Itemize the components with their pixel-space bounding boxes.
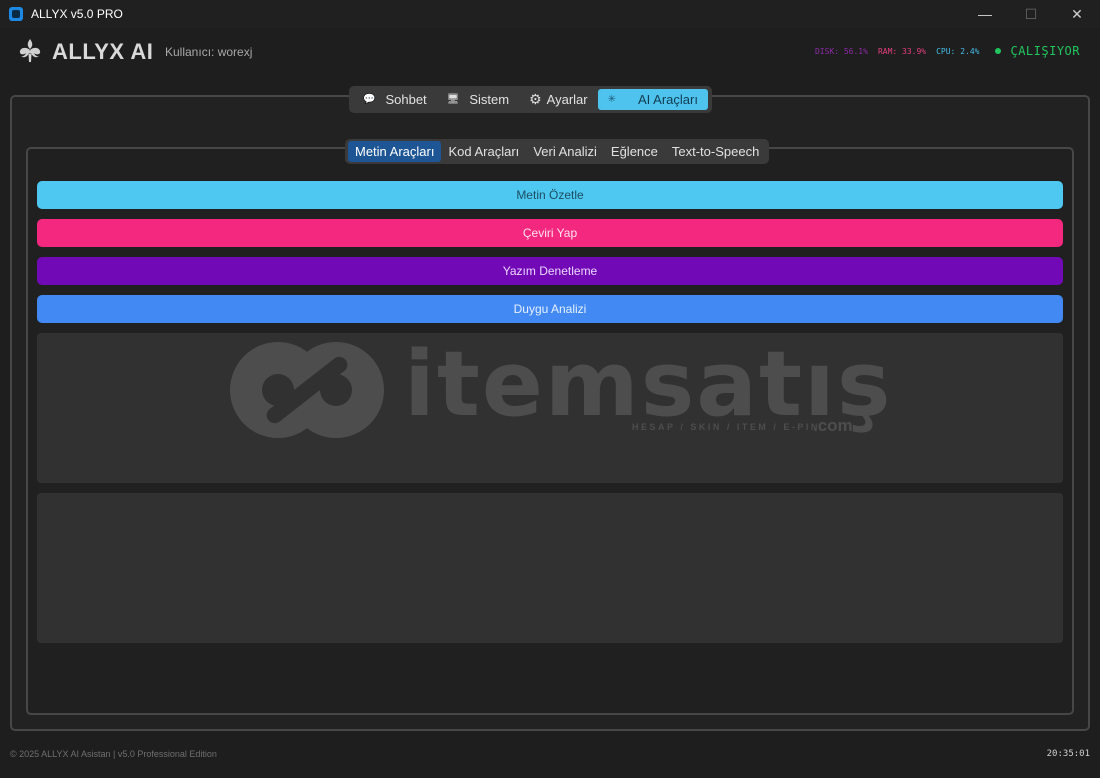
maximize-button[interactable]: ☐ <box>1008 0 1054 28</box>
spellcheck-button[interactable]: Yazım Denetleme <box>37 257 1063 285</box>
brand-title: ALLYX AI <box>52 39 154 64</box>
tab-sohbet[interactable]: 💬 Sohbet <box>353 89 437 110</box>
window-titlebar: ALLYX v5.0 PRO — ☐ ✕ <box>0 0 1100 28</box>
tab-ai-araclari[interactable]: ✳ AI Araçları <box>597 89 708 110</box>
gear-icon: ⚙ <box>529 91 542 107</box>
fleur-de-lis-icon <box>19 39 41 62</box>
minimize-button[interactable]: — <box>962 0 1008 28</box>
ai-icon: ✳ <box>607 94 616 105</box>
close-button[interactable]: ✕ <box>1054 0 1100 28</box>
user-label: Kullanıcı: worexj <box>165 45 253 59</box>
main-tab-bar: 💬 Sohbet 🖥 Sistem ⚙ Ayarlar ✳ AI Araçlar… <box>349 86 712 113</box>
subtab-kod-araclari[interactable]: Kod Araçları <box>441 141 526 162</box>
watermark-link-logo <box>230 342 384 438</box>
tab-label: AI Araçları <box>638 92 698 107</box>
window-controls: — ☐ ✕ <box>962 0 1100 28</box>
tab-label: Sistem <box>469 92 510 107</box>
subtab-metin-araclari[interactable]: Metin Araçları <box>348 141 442 162</box>
output-text-area[interactable] <box>37 493 1063 643</box>
tab-sistem[interactable]: 🖥 Sistem <box>437 89 519 110</box>
chat-bubble-icon: 💬 <box>363 94 376 105</box>
app-icon <box>9 7 23 21</box>
app-header: ALLYX AI Kullanıcı: worexj DISK: 56.1% R… <box>0 28 1100 78</box>
input-text-area[interactable]: itemsatış HESAP / SKIN / ITEM / E-PIN .c… <box>37 333 1063 483</box>
computer-icon: 🖥 <box>446 94 460 105</box>
footer-copyright: © 2025 ALLYX AI Asistan | v5.0 Professio… <box>10 749 217 759</box>
subtab-veri-analizi[interactable]: Veri Analizi <box>526 141 604 162</box>
subtab-text-to-speech[interactable]: Text-to-Speech <box>665 141 766 162</box>
system-stats: DISK: 56.1% RAM: 33.9% CPU: 2.4% ÇALIŞIY… <box>805 44 1080 58</box>
status-dot-icon <box>995 48 1002 54</box>
translate-button[interactable]: Çeviri Yap <box>37 219 1063 247</box>
watermark-suffix: .com <box>813 416 853 435</box>
summarize-button[interactable]: Metin Özetle <box>37 181 1063 209</box>
status-text: ÇALIŞIYOR <box>1010 44 1080 58</box>
cpu-usage: CPU: 2.4% <box>936 46 980 56</box>
sentiment-button[interactable]: Duygu Analizi <box>37 295 1063 323</box>
disk-usage: DISK: 56.1% <box>814 46 868 56</box>
window-title: ALLYX v5.0 PRO <box>31 7 123 21</box>
ram-usage: RAM: 33.9% <box>877 46 927 56</box>
sub-tab-bar: Metin Araçları Kod Araçları Veri Analizi… <box>345 139 770 164</box>
tab-ayarlar[interactable]: ⚙ Ayarlar <box>519 89 598 110</box>
tab-label: Ayarlar <box>546 92 588 107</box>
subtab-eglence[interactable]: Eğlence <box>604 141 665 162</box>
watermark-tagline: HESAP / SKIN / ITEM / E-PIN <box>632 422 820 432</box>
tab-label: Sohbet <box>385 92 427 107</box>
footer-clock: 20:35:01 <box>1046 749 1090 759</box>
